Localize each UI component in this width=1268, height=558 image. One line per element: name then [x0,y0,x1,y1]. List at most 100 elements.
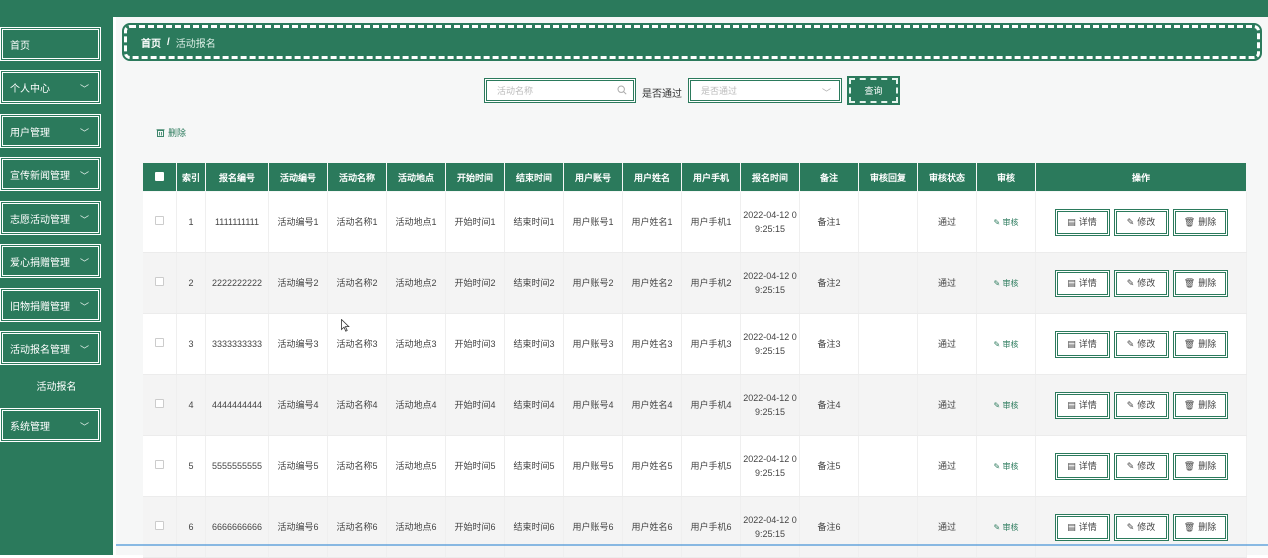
audit-button[interactable]: ✎ 审核 [994,279,1019,288]
select-all-checkbox[interactable] [155,171,164,181]
detail-button[interactable]: ▤ 详情 [1054,452,1110,480]
cell-note: 备注2 [799,252,859,314]
delete-button[interactable]: 🗑 删除 [1172,513,1228,541]
column-header: 用户账号 [563,162,623,192]
cell-place: 活动地点1 [386,191,446,253]
row-checkbox[interactable] [154,460,164,469]
edit-button[interactable]: ✎ 修改 [1113,330,1169,358]
audit-button[interactable]: ✎ 审核 [994,462,1019,471]
delete-button[interactable]: 🗑 删除 [1172,452,1228,480]
sidebar-item-volunteer-management[interactable]: 志愿活动管理 ﹀ [0,201,101,235]
audit-button[interactable]: ✎ 审核 [994,218,1019,227]
sidebar-item-news-management[interactable]: 宣传新闻管理 ﹀ [0,157,101,191]
query-button[interactable]: 查询 [847,76,900,105]
row-checkbox[interactable] [154,399,164,408]
edit-pen-icon: ✎ [1126,522,1135,532]
trash-icon: 🗑 [1183,278,1196,288]
sidebar-item-personal-center[interactable]: 个人中心 ﹀ [0,70,101,104]
chevron-down-icon: ﹀ [79,215,89,225]
sidebar-item-activity-registration-management[interactable]: 活动报名管理 ﹀ [0,331,101,365]
row-checkbox[interactable] [154,521,164,530]
horizontal-scrollbar[interactable] [116,544,1268,546]
cell-reg-no: 5555555555 [205,435,269,497]
row-select-cell[interactable] [142,313,177,375]
column-header: 活动名称 [327,162,387,192]
breadcrumb-current: 活动报名 [175,38,216,50]
cell-end: 结束时间3 [504,313,564,375]
sidebar-item-label: 个人中心 [10,83,50,95]
edit-button[interactable]: ✎ 修改 [1113,513,1169,541]
row-select-cell[interactable] [142,496,177,558]
cell-name: 用户姓名2 [622,252,682,314]
audit-button[interactable]: ✎ 审核 [994,523,1019,532]
cell-index: 4 [176,374,206,436]
column-header: 审核回复 [858,162,918,192]
delete-button[interactable]: 🗑 删除 [1172,391,1228,419]
cell-account: 用户账号5 [563,435,623,497]
cell-index: 5 [176,435,206,497]
cell-phone: 用户手机2 [681,252,741,314]
row-select-cell[interactable] [142,374,177,436]
sidebar-item-user-management[interactable]: 用户管理 ﹀ [0,114,101,148]
row-select-cell[interactable] [142,252,177,314]
cell-phone: 用户手机1 [681,191,741,253]
trash-icon [156,129,165,137]
cell-start: 开始时间3 [445,313,505,375]
column-header: 报名编号 [205,162,269,192]
sidebar-item-old-goods-donation[interactable]: 旧物捐赠管理 ﹀ [0,288,101,322]
row-select-cell[interactable] [142,435,177,497]
edit-button[interactable]: ✎ 修改 [1113,452,1169,480]
audit-cell: ✎ 审核 [976,191,1036,253]
detail-button[interactable]: ▤ 详情 [1054,208,1110,236]
select-all-header[interactable] [142,162,177,192]
cell-account: 用户账号6 [563,496,623,558]
breadcrumb-home[interactable]: 首页 [141,35,161,50]
search-input[interactable]: 活动名称 [484,78,636,103]
sidebar-item-system-management[interactable]: 系统管理 ﹀ [0,408,101,442]
detail-button[interactable]: ▤ 详情 [1054,391,1110,419]
edit-button[interactable]: ✎ 修改 [1113,208,1169,236]
chevron-down-icon: ﹀ [79,345,89,355]
delete-button[interactable]: 🗑 删除 [1172,208,1228,236]
cell-act-name: 活动名称5 [327,435,387,497]
edit-button[interactable]: ✎ 修改 [1113,391,1169,419]
pass-filter-select[interactable]: 是否通过 ﹀ [688,78,842,103]
trash-icon: 🗑 [1183,461,1196,471]
chevron-down-icon: ﹀ [79,258,89,268]
row-select-cell[interactable] [142,191,177,253]
cell-end: 结束时间2 [504,252,564,314]
detail-button[interactable]: ▤ 详情 [1054,269,1110,297]
cell-reply [858,191,918,253]
detail-button[interactable]: ▤ 详情 [1054,330,1110,358]
column-header: 活动地点 [386,162,446,192]
audit-button[interactable]: ✎ 审核 [994,340,1019,349]
row-checkbox[interactable] [154,277,164,286]
row-checkbox[interactable] [154,338,164,347]
sidebar-item-label: 宣传新闻管理 [10,170,70,182]
sidebar-item-home[interactable]: 首页 [0,27,101,61]
cell-reg-time: 2022-04-12 09:25:15 [740,313,800,375]
sidebar-item-label: 志愿活动管理 [10,214,70,226]
trash-icon: 🗑 [1183,217,1196,227]
sidebar-subitem-activity-registration[interactable]: 活动报名 [0,373,113,397]
breadcrumb: 首页 / 活动报名 [122,23,1262,61]
cell-status: 通过 [917,191,977,253]
batch-delete-button[interactable]: 删除 [156,126,186,139]
sidebar-item-love-donation[interactable]: 爱心捐赠管理 ﹀ [0,244,101,278]
table-row: 3 3333333333 活动编号3 活动名称3 活动地点3 开始时间3 结束时间3 用户账号… [142,313,1247,375]
row-checkbox[interactable] [154,216,164,225]
sidebar-item-label: 系统管理 [10,421,50,433]
cell-reg-time: 2022-04-12 09:25:15 [740,435,800,497]
sidebar-item-label: 活动报名管理 [10,344,70,356]
cell-start: 开始时间5 [445,435,505,497]
audit-button[interactable]: ✎ 审核 [994,401,1019,410]
edit-button[interactable]: ✎ 修改 [1113,269,1169,297]
cell-reg-no: 6666666666 [205,496,269,558]
cell-reply [858,252,918,314]
detail-button[interactable]: ▤ 详情 [1054,513,1110,541]
delete-button[interactable]: 🗑 删除 [1172,330,1228,358]
cell-index: 3 [176,313,206,375]
delete-button[interactable]: 🗑 删除 [1172,269,1228,297]
cell-reg-no: 1111111111 [205,191,269,253]
cell-status: 通过 [917,435,977,497]
